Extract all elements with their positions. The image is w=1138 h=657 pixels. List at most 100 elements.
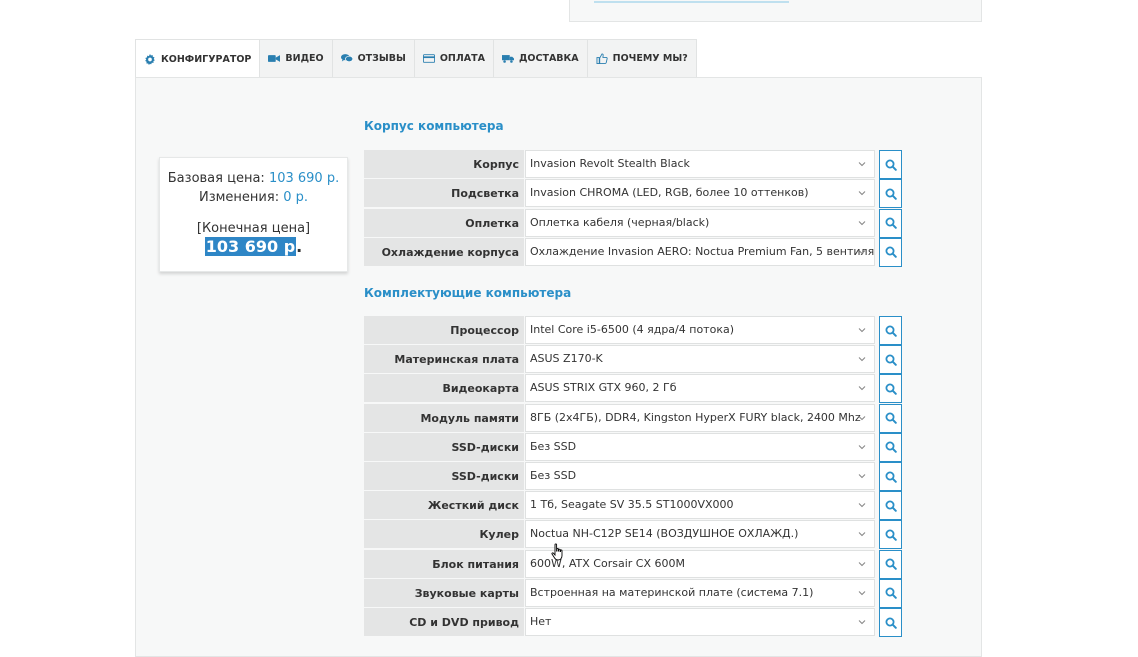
final-price-value: 103 690 р.: [160, 237, 347, 256]
config-row-label: Процессор: [364, 316, 524, 345]
details-search-button[interactable]: [879, 432, 902, 462]
credit-card-icon: [422, 53, 435, 64]
config-row: Оплетка Оплетка кабеля (черная/black): [364, 208, 902, 238]
changes-value: 0 р.: [283, 190, 309, 205]
config-row: Звуковые карты Встроенная на материнской …: [364, 578, 902, 608]
chevron-down-icon: [858, 444, 866, 450]
search-icon: [885, 471, 897, 483]
search-icon: [885, 354, 897, 366]
search-icon: [885, 558, 897, 570]
config-row: Блок питания 600W, ATX Corsair CX 600M: [364, 549, 902, 579]
config-select[interactable]: 8ГБ (2x4ГБ), DDR4, Kingston HyperX FURY …: [525, 403, 875, 432]
search-icon: [885, 188, 897, 200]
search-icon: [885, 617, 897, 629]
config-row: Охлаждение корпуса Охлаждение Invasion AE…: [364, 237, 902, 267]
details-search-button[interactable]: [879, 316, 902, 345]
section-title-case: Корпус компьютера: [364, 119, 504, 133]
tab-label: Видео: [285, 53, 324, 64]
config-select[interactable]: 600W, ATX Corsair CX 600M: [525, 549, 875, 578]
config-row-label: SSD-диски: [364, 432, 524, 462]
search-icon: [885, 325, 897, 337]
details-search-button[interactable]: [879, 403, 902, 433]
details-search-button[interactable]: [879, 549, 902, 579]
config-select[interactable]: Нет: [525, 608, 875, 636]
chevron-down-icon: [858, 590, 866, 596]
details-search-button[interactable]: [879, 374, 902, 404]
section-title-components: Комплектующие компьютера: [364, 286, 572, 300]
config-select[interactable]: ASUS STRIX GTX 960, 2 Гб: [525, 374, 875, 403]
hand-cursor-icon: [551, 543, 563, 561]
chevron-down-icon: [858, 357, 866, 362]
config-row-label: Корпус: [364, 150, 524, 179]
details-search-button[interactable]: [879, 179, 902, 209]
chevron-down-icon: [858, 191, 866, 196]
top-divider-line: [594, 1, 789, 3]
search-icon: [885, 587, 897, 600]
config-row-label: Видеокарта: [364, 374, 524, 404]
config-select[interactable]: Noctua NH-C12P SE14 (ВОЗДУШНОЕ ОХЛАЖД.): [525, 520, 875, 549]
config-select[interactable]: Без SSD: [525, 432, 875, 461]
details-search-button[interactable]: [879, 491, 902, 521]
tab-label: Оплата: [439, 53, 485, 64]
chevron-down-icon: [858, 474, 866, 479]
tab-payment[interactable]: Оплата: [414, 39, 494, 78]
details-search-button[interactable]: [879, 520, 902, 550]
tab-label: Почему мы?: [612, 53, 688, 64]
chevron-down-icon: [858, 620, 866, 625]
final-price-tail: .: [296, 237, 303, 256]
search-icon: [885, 246, 897, 259]
config-select[interactable]: ASUS Z170-K: [525, 345, 875, 374]
config-select[interactable]: Оплетка кабеля (черная/black): [525, 208, 875, 237]
tab-label: Конфигуратор: [161, 53, 252, 65]
config-row-label: Модуль памяти: [364, 403, 524, 433]
details-search-button[interactable]: [879, 578, 902, 608]
details-search-button[interactable]: [879, 237, 902, 267]
chevron-down-icon: [858, 250, 866, 255]
config-row-label: Оплетка: [364, 208, 524, 238]
details-search-button[interactable]: [879, 208, 902, 238]
details-search-button[interactable]: [879, 345, 902, 375]
chevron-down-icon: [858, 386, 866, 391]
tab-configurator[interactable]: Конфигуратор: [135, 39, 261, 79]
search-icon: [885, 441, 897, 454]
config-row-label: Материнская плата: [364, 345, 524, 375]
config-row: Материнская плата ASUS Z170-K: [364, 345, 902, 375]
config-row: Процессор Intel Core i5-6500 (4 ядра/4 по…: [364, 316, 902, 345]
search-icon: [885, 159, 897, 171]
tab-video[interactable]: Видео: [260, 39, 333, 78]
gear-icon: [144, 53, 156, 65]
config-select[interactable]: 1 Тб, Seagate SV 35.5 ST1000VX000: [525, 491, 875, 520]
chevron-down-icon: [858, 415, 866, 420]
config-select[interactable]: Intel Core i5-6500 (4 ядра/4 потока): [525, 316, 875, 344]
video-camera-icon: [268, 53, 281, 64]
chevron-down-icon: [858, 162, 866, 167]
base-price-label: Базовая цена:: [167, 171, 265, 186]
chevron-down-icon: [858, 561, 866, 566]
config-select[interactable]: Встроенная на материнской плате (система…: [525, 578, 875, 607]
search-icon: [885, 217, 897, 229]
config-row-label: Блок питания: [364, 549, 524, 579]
changes-label: Изменения:: [198, 190, 280, 205]
search-icon: [885, 529, 897, 541]
tab-label: Доставка: [518, 53, 579, 64]
config-select[interactable]: Без SSD: [525, 462, 875, 490]
tab-delivery[interactable]: Доставка: [493, 39, 588, 78]
chevron-down-icon: [858, 503, 866, 508]
details-search-button[interactable]: [879, 608, 902, 637]
config-select[interactable]: Invasion Revolt Stealth Black: [525, 150, 875, 178]
price-summary: Базовая цена: 103 690 р. Изменения: 0 р.…: [159, 157, 348, 272]
chevron-down-icon: [858, 532, 866, 537]
details-search-button[interactable]: [879, 462, 902, 491]
config-row: SSD-диски Без SSD: [364, 432, 902, 462]
tab-reviews[interactable]: Отзывы: [332, 39, 415, 78]
search-icon: [885, 500, 897, 512]
config-row-label: Подсветка: [364, 179, 524, 209]
search-icon: [885, 412, 897, 424]
final-price-label: [Конечная цена]: [196, 221, 311, 236]
config-select[interactable]: Охлаждение Invasion AERO: Noctua Premium…: [525, 237, 875, 266]
config-select[interactable]: Invasion CHROMA (LED, RGB, более 10 отте…: [525, 179, 875, 208]
search-icon: [885, 383, 897, 395]
details-search-button[interactable]: [879, 150, 902, 179]
config-row-label: Звуковые карты: [364, 578, 524, 608]
tab-why-us[interactable]: Почему мы?: [587, 39, 697, 78]
